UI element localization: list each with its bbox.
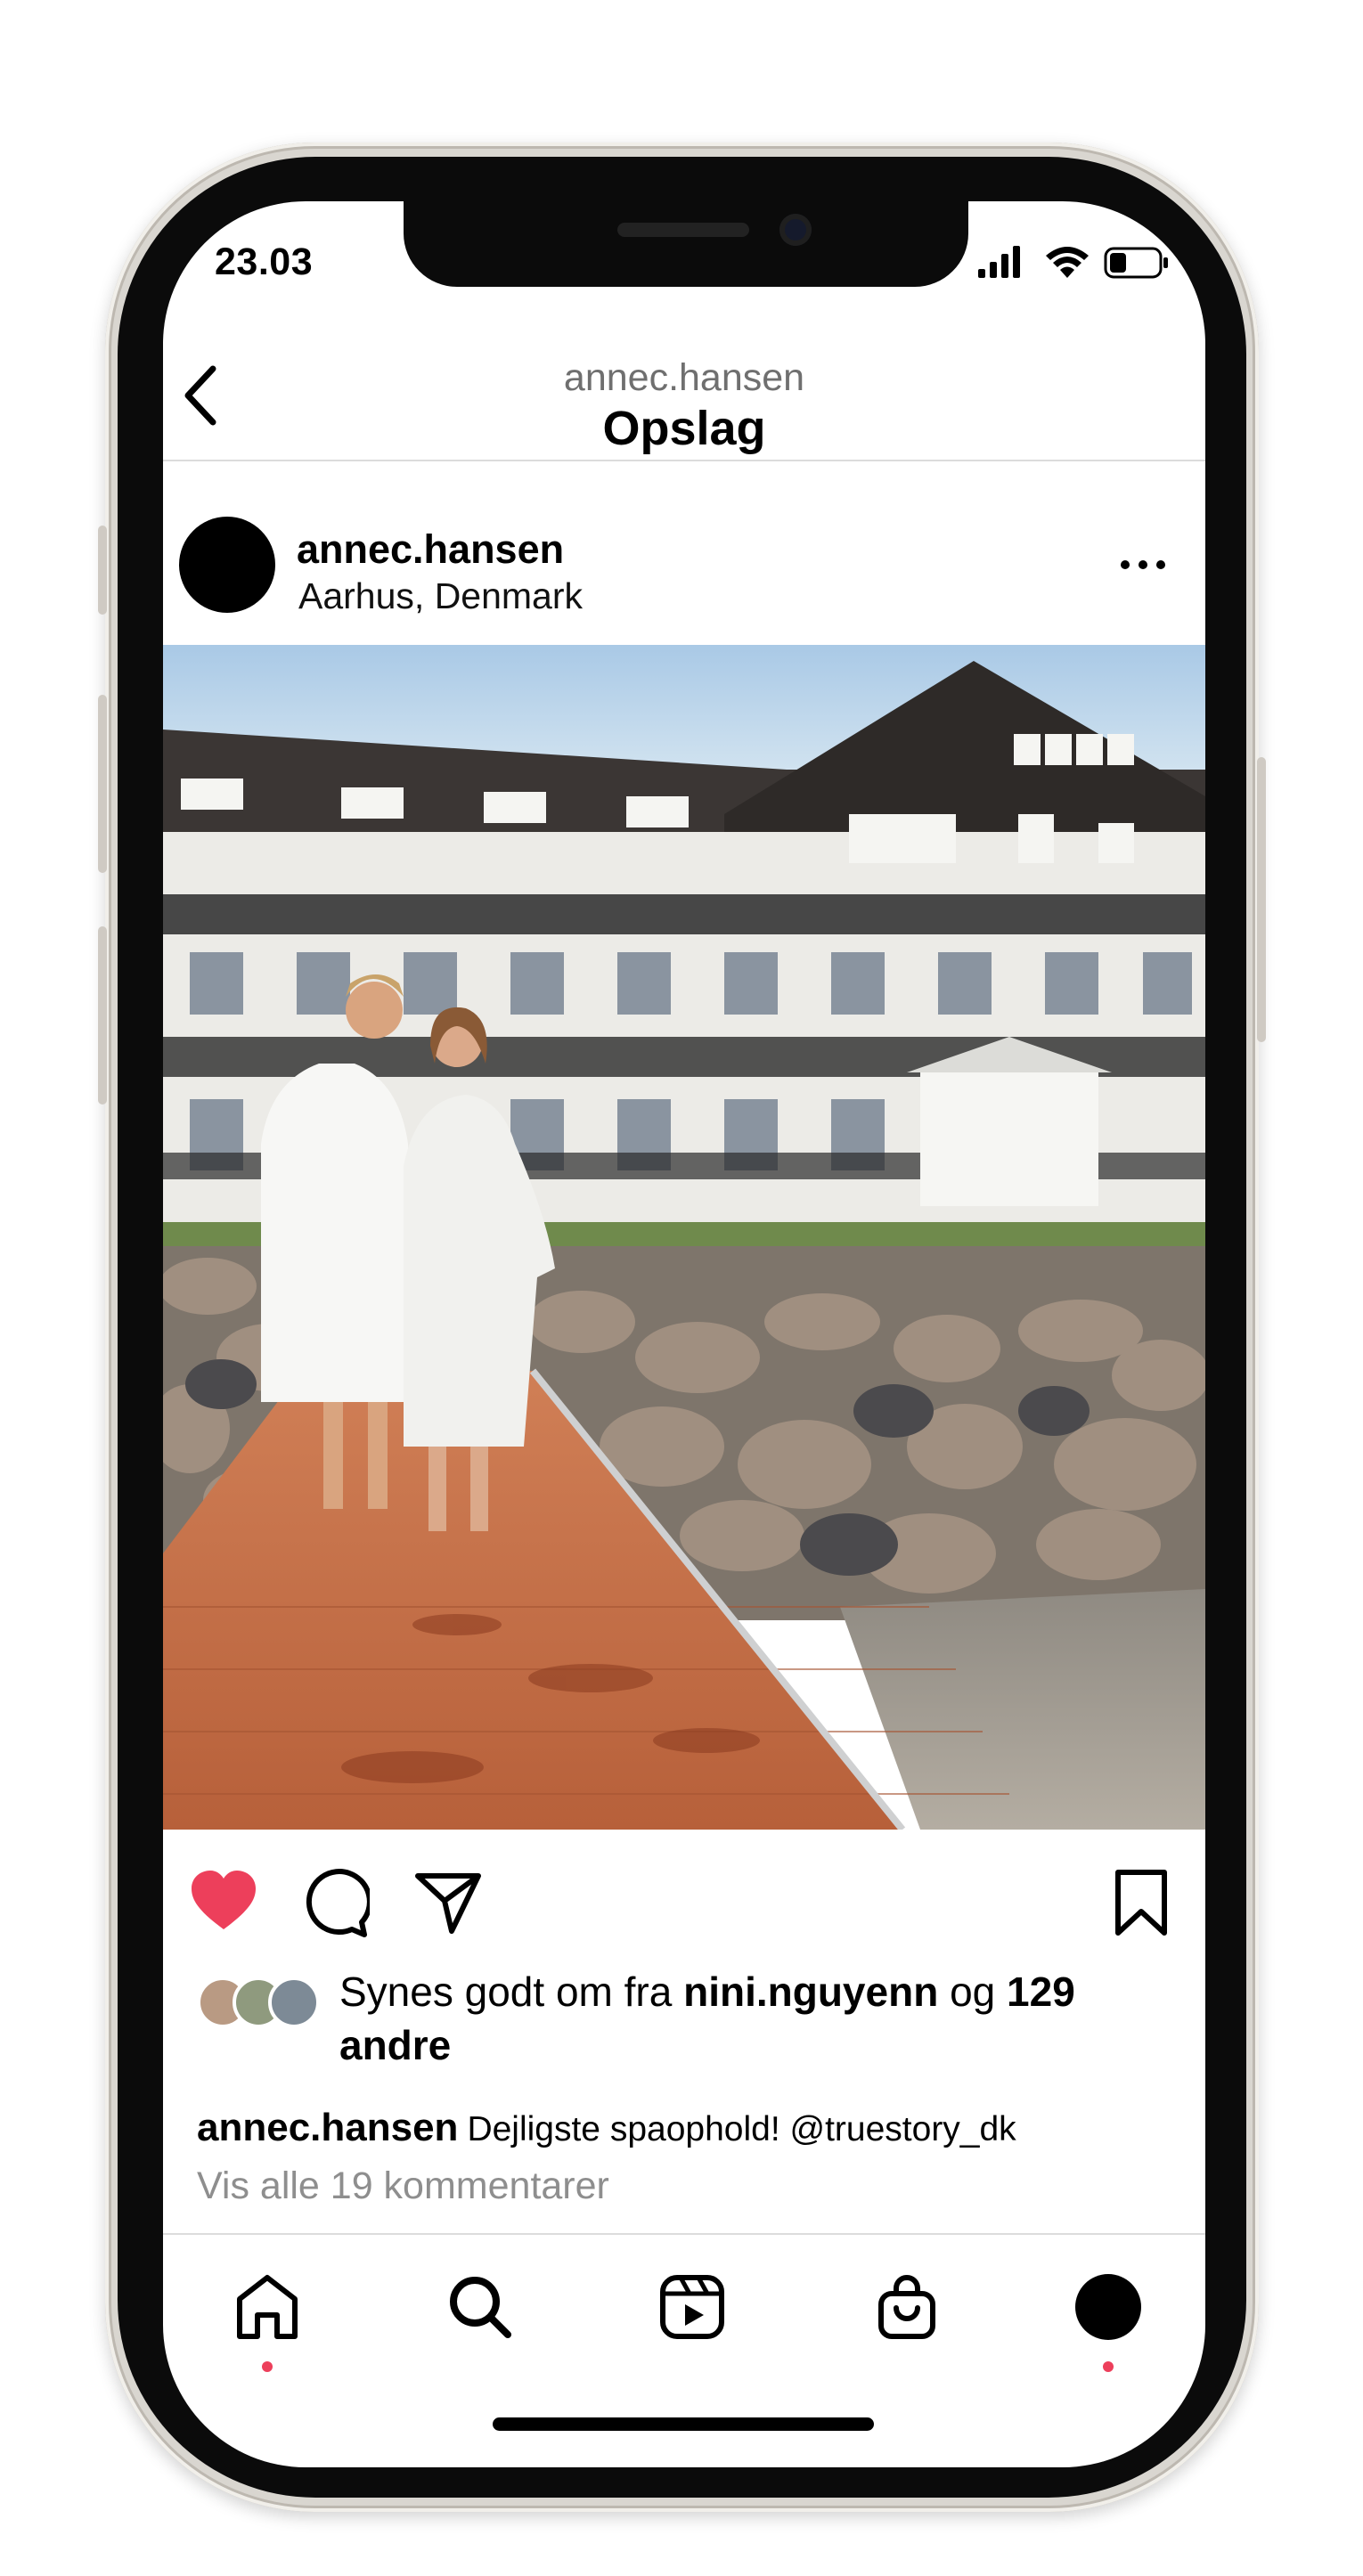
paper-plane-icon	[415, 1873, 481, 1934]
wifi-icon	[1046, 247, 1089, 278]
battery-icon	[1104, 247, 1168, 279]
likes-avatars[interactable]	[194, 1974, 328, 2031]
nav-reels[interactable]	[652, 2267, 732, 2347]
likes-user[interactable]: nini.nguyenn	[683, 1969, 938, 2015]
status-time: 23.03	[215, 240, 314, 283]
likes-connector: og	[950, 1969, 996, 2015]
volume-up-button	[98, 695, 107, 873]
nav-profile-indicator-dot	[1103, 2361, 1114, 2372]
volume-down-button	[98, 926, 107, 1105]
nav-search[interactable]	[440, 2267, 520, 2347]
likes-prefix: Synes godt om fra	[339, 1969, 673, 2015]
liker-avatar-3	[268, 1977, 320, 2028]
caption-text: Dejligste spaophold! @truestory_dk	[467, 2110, 1016, 2148]
post-avatar[interactable]	[179, 517, 275, 613]
status-icons	[978, 244, 1170, 280]
speaker	[617, 223, 749, 237]
search-icon	[450, 2277, 511, 2338]
comment-button[interactable]	[298, 1867, 372, 1938]
like-button[interactable]	[188, 1867, 259, 1938]
share-button[interactable]	[412, 1867, 484, 1938]
screen: 23.03 annec.hansen Opslag annec.hansen A…	[163, 201, 1205, 2467]
post-location[interactable]: Aarhus, Denmark	[298, 575, 583, 617]
nav-shop[interactable]	[867, 2267, 947, 2347]
nav-home-indicator-dot	[262, 2361, 273, 2372]
nav-home[interactable]	[227, 2267, 307, 2347]
header-username[interactable]: annec.hansen	[163, 356, 1205, 400]
cellular-signal-icon	[978, 246, 1020, 278]
top-header: annec.hansen Opslag	[163, 326, 1205, 461]
page-title: Opslag	[602, 402, 766, 455]
bottom-nav	[163, 2233, 1205, 2386]
comment-icon	[306, 1869, 372, 1937]
more-options-button[interactable]	[1116, 551, 1170, 578]
side-button	[98, 526, 107, 615]
post-caption: annec.hansen Dejligste spaophold! @truest…	[197, 2106, 1016, 2150]
profile-icon	[1075, 2274, 1141, 2340]
heart-icon	[192, 1871, 256, 1929]
post-photo[interactable]	[163, 645, 1205, 1830]
home-indicator[interactable]	[493, 2417, 874, 2431]
more-horizontal-icon	[1121, 560, 1165, 569]
front-camera	[779, 214, 812, 246]
bookmark-icon	[1115, 1870, 1167, 1936]
post-username[interactable]: annec.hansen	[297, 526, 564, 573]
view-comments-link[interactable]: Vis alle 19 kommentarer	[197, 2164, 609, 2208]
save-button[interactable]	[1106, 1867, 1177, 1938]
nav-profile[interactable]	[1068, 2267, 1148, 2347]
notch	[404, 201, 968, 287]
shop-icon	[878, 2275, 935, 2339]
likes-summary[interactable]: Synes godt om fra nini.nguyenn og 129 an…	[339, 1965, 1186, 2072]
reels-icon	[660, 2275, 724, 2339]
home-icon	[237, 2275, 298, 2339]
power-button	[1257, 757, 1266, 1042]
caption-username[interactable]: annec.hansen	[197, 2106, 458, 2149]
